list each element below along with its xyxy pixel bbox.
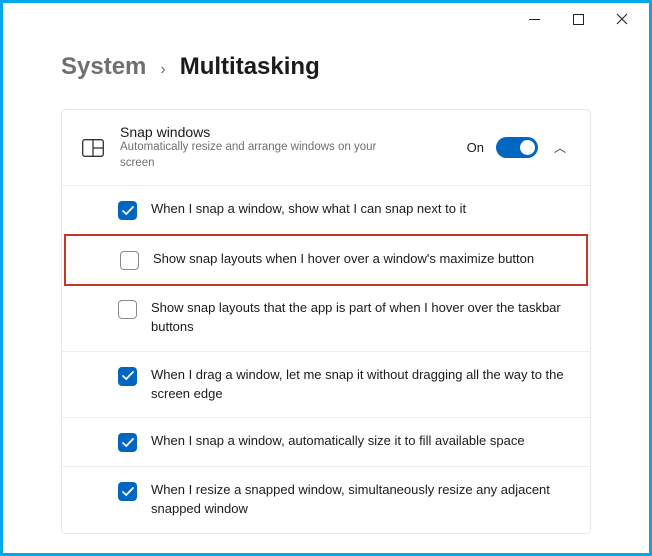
- toggle-state-label: On: [467, 140, 484, 155]
- checkbox[interactable]: [120, 251, 139, 270]
- snap-windows-toggle[interactable]: [496, 137, 538, 158]
- snap-option-row[interactable]: Show snap layouts when I hover over a wi…: [66, 236, 586, 284]
- snap-option-row[interactable]: When I resize a snapped window, simultan…: [62, 467, 590, 533]
- window-titlebar: [3, 3, 649, 35]
- section-title: Snap windows: [120, 124, 451, 140]
- minimize-button[interactable]: [521, 6, 547, 32]
- option-label: Show snap layouts when I hover over a wi…: [153, 250, 540, 269]
- snap-option-row[interactable]: When I snap a window, automatically size…: [62, 418, 590, 467]
- option-label: Show snap layouts that the app is part o…: [151, 299, 570, 337]
- snap-option-row[interactable]: When I drag a window, let me snap it wit…: [62, 352, 590, 419]
- option-label: When I snap a window, show what I can sn…: [151, 200, 472, 219]
- maximize-button[interactable]: [565, 6, 591, 32]
- checkbox[interactable]: [118, 433, 137, 452]
- breadcrumb: System › Multitasking: [61, 53, 591, 81]
- checkbox[interactable]: [118, 201, 137, 220]
- snap-windows-card: Snap windows Automatically resize and ar…: [61, 109, 591, 534]
- checkbox[interactable]: [118, 300, 137, 319]
- page-title: Multitasking: [180, 53, 320, 81]
- chevron-up-icon[interactable]: ︿: [550, 139, 570, 156]
- option-label: When I drag a window, let me snap it wit…: [151, 366, 570, 404]
- snap-windows-header[interactable]: Snap windows Automatically resize and ar…: [62, 110, 590, 186]
- snap-layout-icon: [82, 139, 104, 157]
- snap-option-row[interactable]: When I snap a window, show what I can sn…: [62, 186, 590, 235]
- breadcrumb-parent[interactable]: System: [61, 53, 146, 81]
- chevron-right-icon: ›: [160, 61, 165, 79]
- option-label: When I resize a snapped window, simultan…: [151, 481, 570, 519]
- checkbox[interactable]: [118, 367, 137, 386]
- option-label: When I snap a window, automatically size…: [151, 432, 531, 451]
- section-subtitle: Automatically resize and arrange windows…: [120, 140, 400, 171]
- highlighted-option: Show snap layouts when I hover over a wi…: [64, 234, 588, 286]
- snap-option-row[interactable]: Show snap layouts that the app is part o…: [62, 285, 590, 352]
- close-button[interactable]: [609, 6, 635, 32]
- checkbox[interactable]: [118, 482, 137, 501]
